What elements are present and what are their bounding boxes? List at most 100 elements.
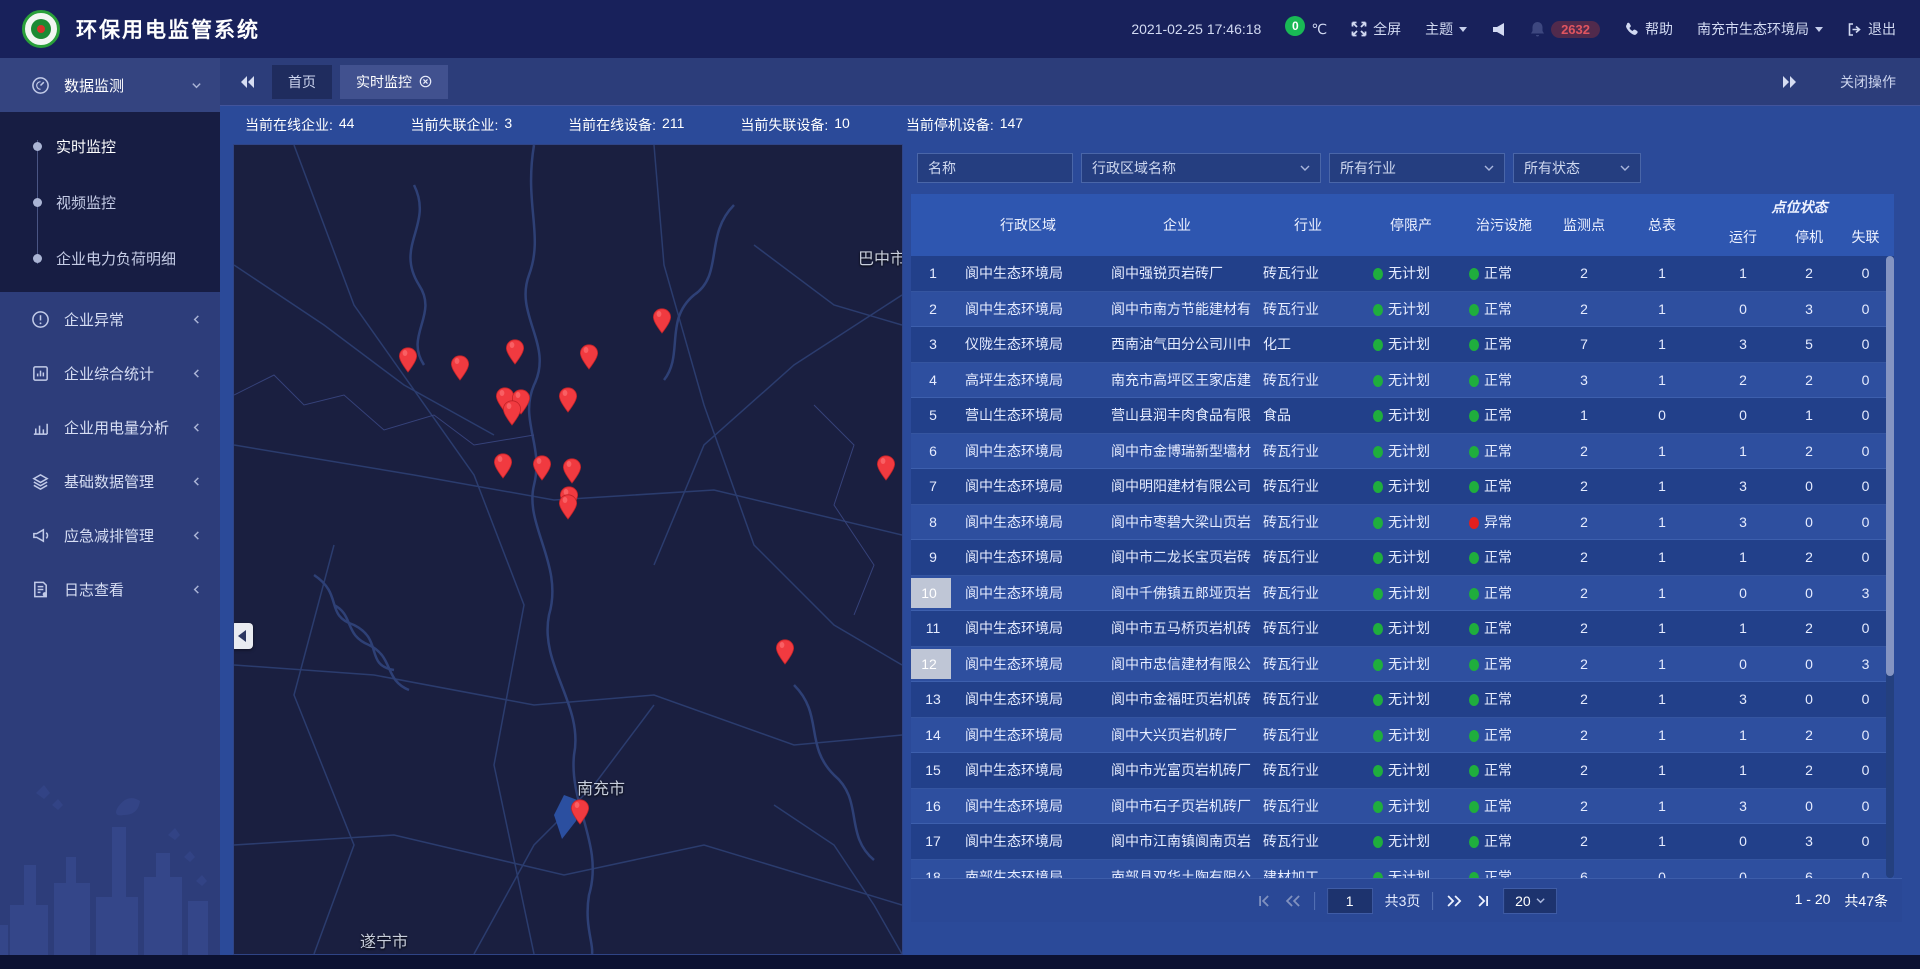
sidebar-item-label: 企业异常 <box>64 309 191 330</box>
map-pin[interactable] <box>580 344 599 370</box>
cell-facility: 正常 <box>1459 583 1549 603</box>
tab-bar: 首页实时监控 关闭操作 <box>220 58 1920 106</box>
help-button[interactable]: 帮助 <box>1624 19 1673 39</box>
sidebar-subitem-实时监控[interactable]: 实时监控 <box>0 118 220 174</box>
col-header-行政区域[interactable]: 行政区域 <box>955 194 1101 256</box>
status-filter-select[interactable]: 所有状态 <box>1513 153 1641 183</box>
table-row[interactable]: 5营山生态环境局营山县润丰肉食品有限食品无计划正常10010 <box>911 398 1894 434</box>
sidebar-item-日志查看[interactable]: 日志查看 <box>0 562 220 616</box>
row-number: 6 <box>920 436 946 466</box>
cell-run: 0 <box>1705 869 1781 878</box>
range-label: 1 - 20 <box>1795 891 1831 911</box>
total-pages-label: 共3页 <box>1385 891 1421 911</box>
sidebar-item-label: 应急减排管理 <box>64 525 191 546</box>
name-filter-input[interactable] <box>917 153 1073 183</box>
table-row[interactable]: 10阆中生态环境局阆中千佛镇五郎垭页岩砖瓦行业无计划正常21003 <box>911 576 1894 612</box>
table-row[interactable]: 11阆中生态环境局阆中市五马桥页岩机砖砖瓦行业无计划正常21120 <box>911 611 1894 647</box>
first-page-button[interactable] <box>1256 893 1272 909</box>
col-subheader-失联[interactable]: 失联 <box>1837 218 1894 256</box>
col-subheader-运行[interactable]: 运行 <box>1705 218 1781 256</box>
map-pin[interactable] <box>653 308 672 334</box>
table-row[interactable]: 14阆中生态环境局阆中大兴页岩机砖厂砖瓦行业无计划正常21120 <box>911 718 1894 754</box>
region-filter-select[interactable]: 行政区域名称 <box>1081 153 1321 183</box>
map-pin[interactable] <box>776 639 795 665</box>
map-pin[interactable] <box>503 400 522 426</box>
tab-close-icon[interactable] <box>419 75 432 88</box>
map-pin[interactable] <box>506 339 525 365</box>
close-ops-button[interactable]: 关闭操作 <box>1840 72 1896 92</box>
scrollbar-thumb[interactable] <box>1886 256 1894 676</box>
table-row[interactable]: 4高坪生态环境局南充市高坪区王家店建砖瓦行业无计划正常31220 <box>911 363 1894 399</box>
col-header-治污设施[interactable]: 治污设施 <box>1459 194 1549 256</box>
table-row[interactable]: 12阆中生态环境局阆中市忠信建材有限公砖瓦行业无计划正常21003 <box>911 647 1894 683</box>
cell-company: 南充市高坪区王家店建 <box>1101 370 1253 390</box>
map-pin[interactable] <box>559 387 578 413</box>
table-row[interactable]: 16阆中生态环境局阆中市石子页岩机砖厂砖瓦行业无计划正常21300 <box>911 789 1894 825</box>
logout-button[interactable]: 退出 <box>1847 19 1896 39</box>
sidebar-item-企业用电量分析[interactable]: 企业用电量分析 <box>0 400 220 454</box>
page-size-select[interactable]: 20 <box>1503 888 1557 914</box>
sidebar-subitem-企业电力负荷明细[interactable]: 企业电力负荷明细 <box>0 230 220 286</box>
status-dot-red <box>1469 517 1479 529</box>
table-row[interactable]: 18南部生态环境局南部县双华土陶有限公建材加工无计划正常60060 <box>911 860 1894 879</box>
table-row[interactable]: 13阆中生态环境局阆中市金福旺页岩机砖砖瓦行业无计划正常21300 <box>911 682 1894 718</box>
map-pin[interactable] <box>571 799 590 825</box>
map-pin[interactable] <box>559 494 578 520</box>
cell-meters: 0 <box>1619 407 1705 423</box>
sidebar-item-基础数据管理[interactable]: 基础数据管理 <box>0 454 220 508</box>
cell-meters: 1 <box>1619 478 1705 494</box>
table-row[interactable]: 1阆中生态环境局阆中强锐页岩砖厂砖瓦行业无计划正常21120 <box>911 256 1894 292</box>
table-row[interactable]: 15阆中生态环境局阆中市光富页岩机砖厂砖瓦行业无计划正常21120 <box>911 753 1894 789</box>
fullscreen-button[interactable]: 全屏 <box>1351 19 1401 39</box>
sidebar-collapse-button[interactable] <box>233 623 253 649</box>
map-panel[interactable]: 巴中市南充市遂宁市 <box>233 144 903 955</box>
col-subheader-停机[interactable]: 停机 <box>1781 218 1837 256</box>
next-page-button[interactable] <box>1445 893 1463 909</box>
page-input[interactable] <box>1327 888 1373 914</box>
sidebar-item-企业综合统计[interactable]: 企业综合统计 <box>0 346 220 400</box>
cell-limit: 无计划 <box>1363 867 1459 878</box>
notification-area[interactable]: 2632 <box>1530 21 1600 38</box>
col-header-监测点[interactable]: 监测点 <box>1549 194 1619 256</box>
status-dot-green <box>1373 765 1383 777</box>
table-row[interactable]: 3仪陇生态环境局西南油气田分公司川中化工无计划正常71350 <box>911 327 1894 363</box>
col-header-总表[interactable]: 总表 <box>1619 194 1705 256</box>
map-pin[interactable] <box>399 347 418 373</box>
cell-limit: 无计划 <box>1363 441 1459 461</box>
map-pin[interactable] <box>451 355 470 381</box>
last-page-button[interactable] <box>1475 893 1491 909</box>
prev-page-button[interactable] <box>1284 893 1302 909</box>
sidebar-item-企业异常[interactable]: 企业异常 <box>0 292 220 346</box>
cell-stop: 2 <box>1781 549 1837 565</box>
table-row[interactable]: 2阆中生态环境局阆中市南方节能建材有砖瓦行业无计划正常21030 <box>911 292 1894 328</box>
col-header-停限产[interactable]: 停限产 <box>1363 194 1459 256</box>
org-menu[interactable]: 南充市生态环境局 <box>1697 19 1823 39</box>
cell-limit: 无计划 <box>1363 512 1459 532</box>
tab-scroll-left-button[interactable] <box>232 75 264 89</box>
sidebar-item-数据监测[interactable]: 数据监测 <box>0 58 220 112</box>
map-pin[interactable] <box>877 455 896 481</box>
stat-item: 当前失联企业:3 <box>410 115 512 135</box>
cell-points: 6 <box>1549 869 1619 878</box>
tab-首页[interactable]: 首页 <box>272 65 332 99</box>
map-pin[interactable] <box>494 453 513 479</box>
map-pin[interactable] <box>533 455 552 481</box>
tab-scroll-right-button[interactable] <box>1774 75 1806 89</box>
sidebar-subitem-视频监控[interactable]: 视频监控 <box>0 174 220 230</box>
table-row[interactable]: 6阆中生态环境局阆中市金博瑞新型墙材砖瓦行业无计划正常21120 <box>911 434 1894 470</box>
cell-run: 3 <box>1705 478 1781 494</box>
map-pin[interactable] <box>563 458 582 484</box>
status-dot-green <box>1469 481 1479 493</box>
table-row[interactable]: 8阆中生态环境局阆中市枣碧大梁山页岩砖瓦行业无计划异常21300 <box>911 505 1894 541</box>
tab-实时监控[interactable]: 实时监控 <box>340 65 448 99</box>
col-header-企业[interactable]: 企业 <box>1101 194 1253 256</box>
table-row[interactable]: 7阆中生态环境局阆中明阳建材有限公司砖瓦行业无计划正常21300 <box>911 469 1894 505</box>
sidebar-item-应急减排管理[interactable]: 应急减排管理 <box>0 508 220 562</box>
volume-button[interactable] <box>1491 22 1506 37</box>
col-header-行业[interactable]: 行业 <box>1253 194 1363 256</box>
table-row[interactable]: 9阆中生态环境局阆中市二龙长宝页岩砖砖瓦行业无计划正常21120 <box>911 540 1894 576</box>
table-row[interactable]: 17阆中生态环境局阆中市江南镇阆南页岩砖瓦行业无计划正常21030 <box>911 824 1894 860</box>
industry-filter-select[interactable]: 所有行业 <box>1329 153 1505 183</box>
table-scrollbar[interactable] <box>1886 256 1894 878</box>
theme-menu[interactable]: 主题 <box>1425 19 1467 39</box>
